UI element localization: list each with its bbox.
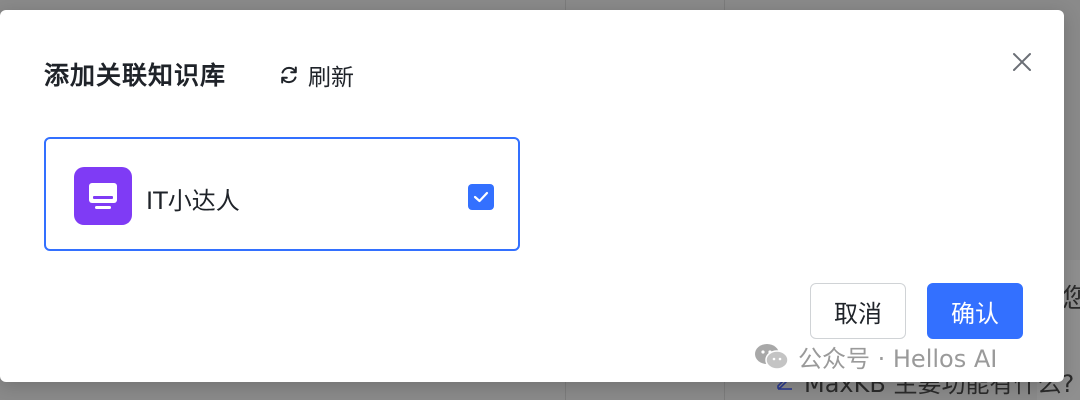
- knowledge-base-name: IT小达人: [146, 187, 240, 215]
- refresh-button[interactable]: 刷新: [278, 58, 354, 92]
- refresh-label: 刷新: [308, 65, 354, 91]
- close-icon[interactable]: [1008, 48, 1036, 76]
- knowledge-base-checkbox[interactable]: [468, 184, 494, 210]
- background-chat-text: 您: [1062, 284, 1080, 314]
- refresh-icon: [281, 66, 297, 84]
- monitor-icon: [89, 183, 117, 209]
- wechat-icon: [755, 343, 789, 370]
- add-knowledge-base-dialog: 添加关联知识库 刷新 IT小达人 取消 确认 公众号 · Hellos AI: [0, 10, 1064, 382]
- checkmark-icon: [473, 191, 489, 203]
- confirm-button[interactable]: 确认: [927, 283, 1023, 339]
- knowledge-base-avatar: [74, 167, 132, 225]
- watermark-text: 公众号 · Hellos AI: [798, 345, 998, 373]
- watermark: 公众号 · Hellos AI: [754, 339, 997, 374]
- cancel-button[interactable]: 取消: [810, 283, 906, 339]
- dialog-title: 添加关联知识库: [44, 61, 227, 90]
- knowledge-base-card[interactable]: IT小达人: [44, 137, 520, 251]
